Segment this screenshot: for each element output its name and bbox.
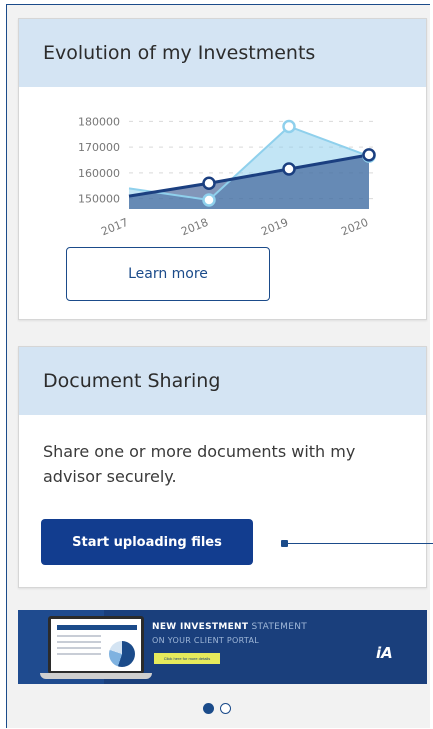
ia-logo: iA <box>376 644 393 662</box>
banner-subtitle: ON YOUR CLIENT PORTAL <box>152 636 259 645</box>
chart-xtick-label: 2017 <box>99 216 130 239</box>
investments-title: Evolution of my Investments <box>43 42 316 64</box>
laptop-screen-line <box>57 647 101 649</box>
learn-more-button[interactable]: Learn more <box>66 247 270 301</box>
chart-point <box>202 193 216 207</box>
chart-xtick-label: 2019 <box>259 216 290 239</box>
chart-point <box>202 176 216 190</box>
chart-ytick-label: 160000 <box>78 167 120 180</box>
chart-ytick-label: 150000 <box>78 193 120 206</box>
banner-title: NEW INVESTMENT STATEMENT <box>152 622 307 632</box>
laptop-screen-pie <box>109 641 135 667</box>
promo-banner[interactable]: NEW INVESTMENT STATEMENT ON YOUR CLIENT … <box>18 610 427 684</box>
chart-point <box>282 162 296 176</box>
callout-pointer-line <box>284 543 433 544</box>
chart-point <box>282 119 296 134</box>
laptop-icon <box>48 616 144 674</box>
laptop-screen-line <box>57 653 101 655</box>
laptop-screen-line <box>57 641 101 643</box>
banner-cta-button[interactable]: Click here for more details <box>154 653 220 664</box>
banner-title-light: STATEMENT <box>248 622 308 632</box>
document-sharing-description: Share one or more documents with my advi… <box>43 442 356 486</box>
chart-point <box>362 148 376 162</box>
document-sharing-title: Document Sharing <box>43 370 221 392</box>
investments-card-header: Evolution of my Investments <box>19 19 426 87</box>
chart-ytick-label: 180000 <box>78 115 120 128</box>
chart-ytick-label: 170000 <box>78 141 120 154</box>
laptop-screen-header <box>57 625 137 630</box>
document-sharing-card: Document Sharing Share one or more docum… <box>18 346 427 588</box>
start-uploading-button[interactable]: Start uploading files <box>41 519 253 565</box>
document-sharing-card-header: Document Sharing <box>19 347 426 415</box>
investments-card: Evolution of my Investments 180000 170000… <box>18 18 427 320</box>
laptop-screen-line <box>57 635 101 637</box>
chart-xtick-label: 2020 <box>339 216 370 239</box>
carousel-pagination <box>203 703 231 714</box>
carousel-dot-2[interactable] <box>220 703 231 714</box>
chart-xtick-label: 2018 <box>179 216 210 239</box>
carousel-dot-1[interactable] <box>203 703 214 714</box>
investments-chart-svg: 180000 170000 160000 150000 2017 2018 2019 2020 <box>78 115 379 239</box>
investments-chart: 180000 170000 160000 150000 2017 2018 2019 2020 <box>49 103 409 263</box>
banner-title-bold: NEW INVESTMENT <box>152 622 249 632</box>
laptop-base <box>40 673 152 679</box>
